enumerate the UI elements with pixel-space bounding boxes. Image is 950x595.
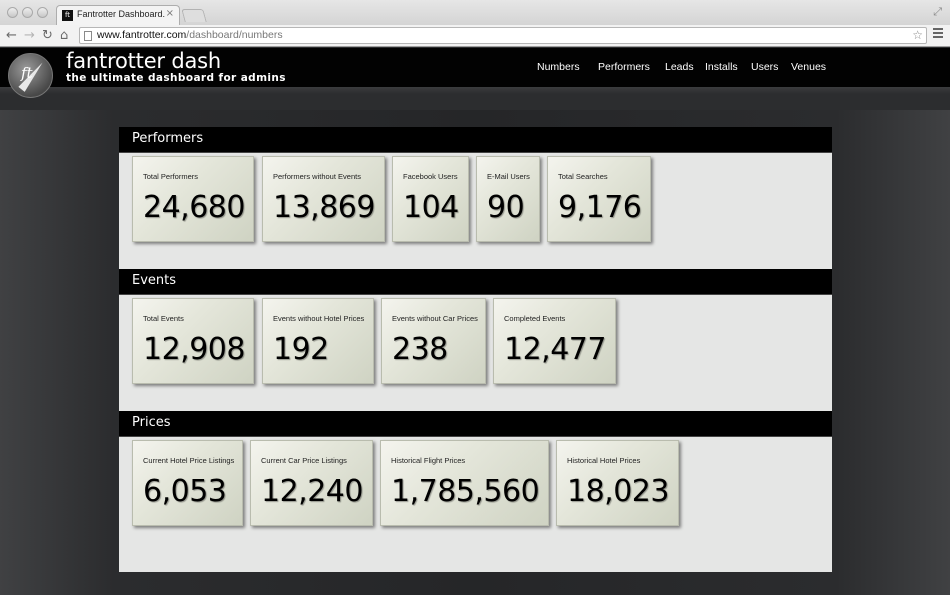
section-title: Performers: [132, 131, 204, 146]
minimize-window-button[interactable]: [22, 7, 33, 18]
card-label: Total Performers: [143, 172, 199, 181]
card-value: 238: [392, 332, 448, 367]
bookmark-star-icon[interactable]: ☆: [912, 28, 923, 42]
card-value: 18,023: [567, 474, 669, 509]
browser-toolbar: ← → ↻ ⌂ www.fantrotter.com/dashboard/num…: [0, 25, 950, 47]
stat-card-events-without-hotel-prices: Events without Hotel Prices 192: [262, 298, 374, 384]
site-tagline: the ultimate dashboard for admins: [66, 72, 286, 84]
card-label: Current Car Price Listings: [261, 456, 347, 465]
browser-tab[interactable]: ft Fantrotter Dashboard. ×: [56, 5, 180, 25]
url-path: /dashboard/numbers: [186, 29, 283, 41]
site-title: fantrotter dash: [66, 49, 221, 73]
card-value: 192: [273, 332, 329, 367]
header-shadow-band: [0, 87, 950, 110]
card-value: 9,176: [558, 190, 642, 225]
zoom-window-button[interactable]: [37, 7, 48, 18]
card-value: 1,785,560: [391, 474, 540, 509]
logo[interactable]: ft: [8, 53, 53, 98]
nav-performers[interactable]: Performers: [598, 61, 650, 73]
nav-leads[interactable]: Leads: [665, 61, 694, 73]
stat-card-total-performers: Total Performers 24,680: [132, 156, 254, 242]
card-value: 24,680: [143, 190, 245, 225]
stat-card-facebook-users: Facebook Users 104: [392, 156, 469, 242]
stat-card-historical-flight-prices: Historical Flight Prices 1,785,560: [380, 440, 549, 526]
address-bar[interactable]: www.fantrotter.com/dashboard/numbers ☆: [79, 27, 927, 44]
nav-installs[interactable]: Installs: [705, 61, 738, 73]
nav-venues[interactable]: Venues: [791, 61, 826, 73]
logo-text: ft: [21, 64, 33, 82]
close-tab-icon[interactable]: ×: [166, 8, 174, 19]
fullscreen-icon[interactable]: ⤢: [933, 5, 942, 19]
card-value: 90: [487, 190, 525, 225]
browser-titlebar: ft Fantrotter Dashboard. × ⤢: [0, 0, 950, 25]
stat-card-current-hotel-price-listings: Current Hotel Price Listings 6,053: [132, 440, 243, 526]
nav-users[interactable]: Users: [751, 61, 778, 73]
menu-icon[interactable]: [933, 28, 943, 40]
section-header-prices: Prices: [119, 411, 832, 437]
card-value: 6,053: [143, 474, 227, 509]
stat-card-current-car-price-listings: Current Car Price Listings 12,240: [250, 440, 373, 526]
stat-card-historical-hotel-prices: Historical Hotel Prices 18,023: [556, 440, 679, 526]
section-header-events: Events: [119, 269, 832, 295]
forward-arrow-icon[interactable]: →: [24, 27, 35, 44]
section-title: Events: [132, 273, 177, 288]
stat-card-total-events: Total Events 12,908: [132, 298, 254, 384]
section-header-performers: Performers: [119, 127, 832, 153]
stat-card-performers-without-events: Performers without Events 13,869: [262, 156, 385, 242]
card-label: Historical Hotel Prices: [567, 456, 641, 465]
back-arrow-icon[interactable]: ←: [6, 27, 17, 44]
card-value: 12,240: [261, 474, 363, 509]
card-label: Performers without Events: [273, 172, 361, 181]
card-label: Facebook Users: [403, 172, 458, 181]
card-value: 104: [403, 190, 459, 225]
favicon-icon: ft: [62, 10, 73, 21]
url-text[interactable]: www.fantrotter.com/dashboard/numbers: [97, 29, 283, 41]
page-icon: [84, 31, 92, 41]
new-tab-button[interactable]: [181, 9, 207, 22]
card-label: Total Events: [143, 314, 184, 323]
card-label: E-Mail Users: [487, 172, 530, 181]
card-label: Current Hotel Price Listings: [143, 456, 235, 465]
tab-title: Fantrotter Dashboard.: [77, 9, 166, 19]
card-value: 12,477: [504, 332, 606, 367]
card-label: Total Searches: [558, 172, 608, 181]
card-label: Events without Car Prices: [392, 314, 478, 323]
stat-card-email-users: E-Mail Users 90: [476, 156, 540, 242]
stat-card-completed-events: Completed Events 12,477: [493, 298, 616, 384]
section-title: Prices: [132, 415, 171, 430]
card-label: Historical Flight Prices: [391, 456, 466, 465]
home-icon[interactable]: ⌂: [60, 27, 68, 44]
card-label: Events without Hotel Prices: [273, 314, 365, 323]
stat-card-total-searches: Total Searches 9,176: [547, 156, 651, 242]
url-host: www.fantrotter.com: [97, 29, 187, 41]
card-value: 13,869: [273, 190, 375, 225]
nav-numbers[interactable]: Numbers: [537, 61, 580, 73]
card-label: Completed Events: [504, 314, 566, 323]
close-window-button[interactable]: [7, 7, 18, 18]
reload-icon[interactable]: ↻: [42, 27, 53, 44]
stat-card-events-without-car-prices: Events without Car Prices 238: [381, 298, 486, 384]
card-value: 12,908: [143, 332, 245, 367]
